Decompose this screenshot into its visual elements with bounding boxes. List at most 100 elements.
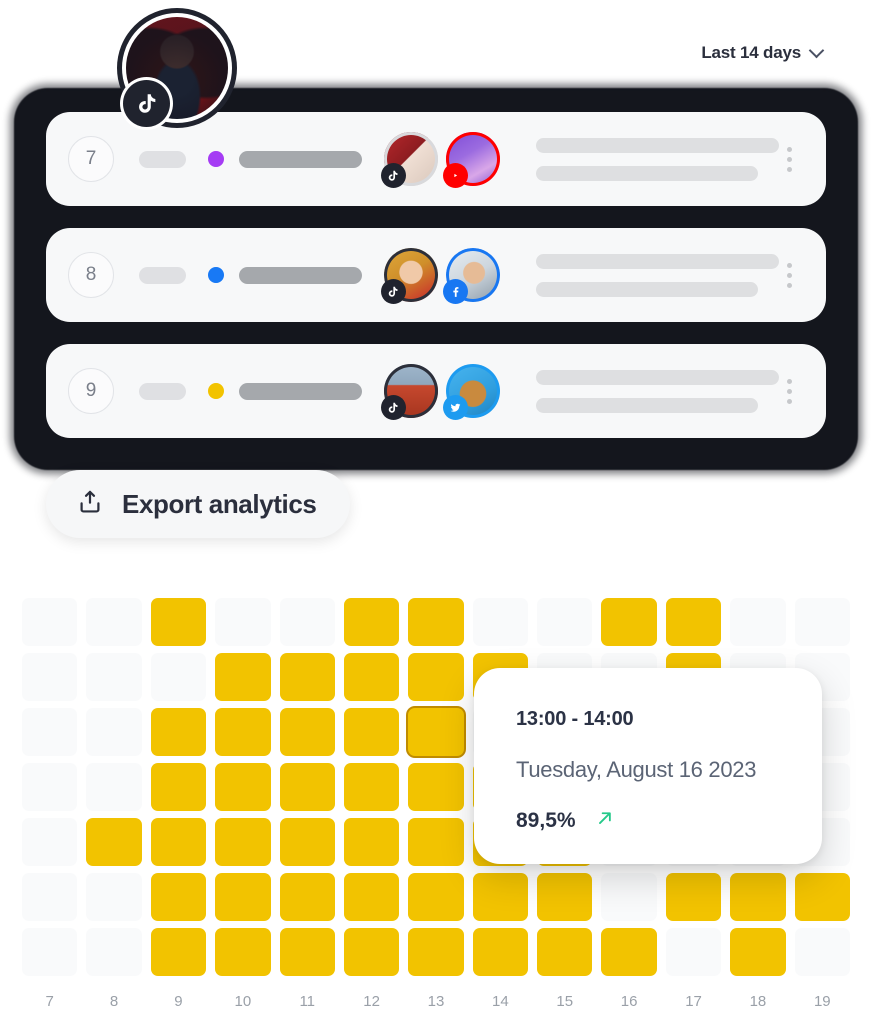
heatmap-cell[interactable]: [665, 598, 722, 646]
avatar[interactable]: [442, 248, 500, 304]
status-dot: [207, 151, 224, 167]
heatmap-cell[interactable]: [86, 763, 142, 811]
heatmap-cell[interactable]: [86, 653, 142, 701]
heatmap-cell[interactable]: [215, 598, 271, 646]
skeleton-line: [535, 397, 758, 413]
heatmap-cell[interactable]: [215, 818, 271, 866]
heatmap-cell[interactable]: [730, 928, 786, 976]
heatmap-cell[interactable]: [794, 873, 850, 921]
heatmap-cell[interactable]: [150, 873, 207, 921]
date-range-selector[interactable]: Last 14 days: [701, 43, 824, 63]
axis-tick-label: 7: [45, 993, 54, 1010]
tooltip-metric-row: 89,5%: [516, 807, 822, 834]
avatar[interactable]: [442, 364, 500, 420]
heatmap-cell[interactable]: [215, 873, 271, 921]
heatmap-cell[interactable]: [22, 708, 78, 756]
heatmap-cell[interactable]: [86, 708, 142, 756]
heatmap-cell[interactable]: [150, 818, 207, 866]
heatmap-cell[interactable]: [22, 818, 78, 866]
heatmap-cell[interactable]: [472, 928, 529, 976]
heatmap-cell[interactable]: [150, 928, 207, 976]
avatar-group: [380, 248, 500, 304]
heatmap-cell[interactable]: [279, 653, 335, 701]
heatmap-cell[interactable]: [86, 928, 142, 976]
heatmap-cell[interactable]: [150, 653, 207, 701]
heatmap-cell[interactable]: [86, 818, 142, 866]
heatmap-cell[interactable]: [279, 928, 335, 976]
heatmap-cell[interactable]: [601, 873, 657, 921]
heatmap-cell[interactable]: [343, 873, 400, 921]
export-analytics-button[interactable]: Export analytics: [46, 470, 351, 538]
rank-badge: 8: [68, 252, 114, 298]
heatmap-cell[interactable]: [537, 598, 593, 646]
heatmap-cell[interactable]: [215, 708, 271, 756]
heatmap-cell[interactable]: [279, 598, 335, 646]
avatar[interactable]: [117, 8, 237, 128]
heatmap-cell[interactable]: [665, 928, 722, 976]
heatmap-cell[interactable]: [343, 653, 400, 701]
heatmap-cell[interactable]: [408, 708, 464, 756]
tooltip-percent: 89,5%: [516, 808, 576, 832]
heatmap-cell[interactable]: [279, 873, 335, 921]
heatmap-cell[interactable]: [408, 928, 464, 976]
skeleton-line: [535, 137, 779, 153]
heatmap-cell[interactable]: [215, 928, 271, 976]
heatmap-cell[interactable]: [279, 763, 335, 811]
list-item[interactable]: 8: [46, 228, 826, 322]
heatmap-cell[interactable]: [343, 598, 400, 646]
heatmap-cell[interactable]: [472, 598, 529, 646]
export-upload-icon: [76, 488, 104, 521]
heatmap-cell[interactable]: [794, 598, 850, 646]
heatmap-cell[interactable]: [86, 598, 142, 646]
list-item[interactable]: 9: [46, 344, 826, 438]
heatmap-cell[interactable]: [537, 928, 593, 976]
heatmap-cell[interactable]: [22, 763, 78, 811]
heatmap-cell[interactable]: [408, 818, 464, 866]
heatmap-cell[interactable]: [215, 763, 271, 811]
heatmap-cell[interactable]: [22, 928, 78, 976]
heatmap-cell[interactable]: [730, 873, 786, 921]
more-options-icon[interactable]: [779, 262, 800, 288]
status-dot: [207, 267, 224, 283]
heatmap-cell[interactable]: [537, 873, 593, 921]
heatmap-cell[interactable]: [408, 653, 464, 701]
status-dot: [207, 383, 224, 399]
date-range-label: Last 14 days: [701, 43, 801, 62]
heatmap-cell[interactable]: [86, 873, 142, 921]
avatar[interactable]: [380, 132, 438, 188]
more-options-icon[interactable]: [779, 146, 800, 172]
heatmap-cell[interactable]: [150, 763, 207, 811]
heatmap-cell[interactable]: [279, 708, 335, 756]
skeleton-pill-small: [139, 382, 186, 400]
axis-tick-label: 8: [109, 993, 119, 1010]
heatmap-cell[interactable]: [343, 763, 400, 811]
heatmap-cell[interactable]: [279, 818, 335, 866]
more-options-icon[interactable]: [779, 378, 800, 404]
skeleton-line: [535, 253, 779, 269]
heatmap-cell[interactable]: [150, 598, 207, 646]
heatmap-cell[interactable]: [22, 873, 78, 921]
skeleton-pill-small: [139, 150, 186, 168]
heatmap-cell[interactable]: [150, 708, 207, 756]
avatar[interactable]: [442, 132, 500, 188]
avatar-group: [380, 132, 500, 188]
heatmap-cell[interactable]: [343, 708, 400, 756]
heatmap-cell[interactable]: [343, 818, 400, 866]
heatmap-cell[interactable]: [215, 653, 271, 701]
heatmap-cell[interactable]: [472, 873, 529, 921]
heatmap-cell[interactable]: [794, 928, 850, 976]
heatmap-cell[interactable]: [601, 598, 657, 646]
avatar[interactable]: [380, 364, 438, 420]
avatar[interactable]: [380, 248, 438, 304]
heatmap-cell[interactable]: [22, 653, 78, 701]
heatmap-cell[interactable]: [730, 598, 786, 646]
heatmap-cell[interactable]: [601, 928, 657, 976]
skeleton-pill-medium: [238, 266, 362, 284]
heatmap-cell[interactable]: [408, 873, 464, 921]
heatmap-cell[interactable]: [343, 928, 400, 976]
heatmap-cell[interactable]: [408, 763, 464, 811]
heatmap-cell[interactable]: [22, 598, 78, 646]
heatmap-cell[interactable]: [665, 873, 722, 921]
heatmap-cell[interactable]: [408, 598, 464, 646]
youtube-icon: [442, 163, 468, 188]
